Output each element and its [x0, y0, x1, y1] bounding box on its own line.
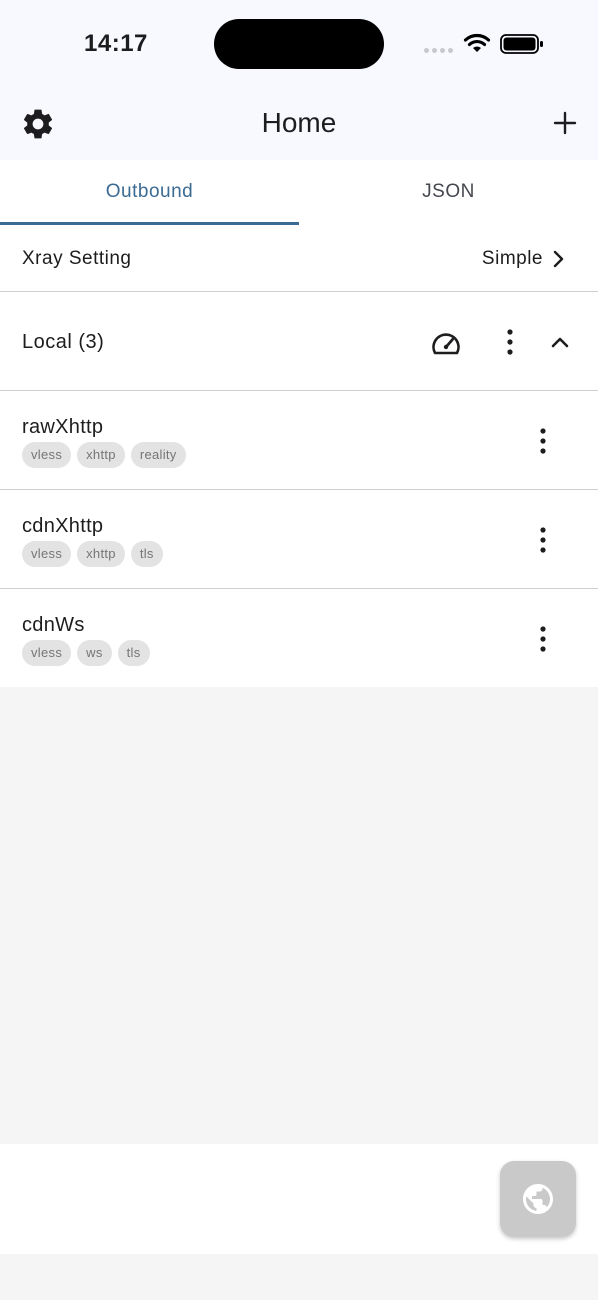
more-vertical-icon [540, 626, 546, 652]
list-item[interactable]: cdnXhttp vless xhttp tls [0, 490, 598, 589]
tag-chip: vless [22, 640, 72, 666]
tag-list: vless xhttp reality [22, 442, 186, 468]
add-button[interactable] [550, 108, 580, 138]
xray-setting-value: Simple [481, 248, 543, 269]
list-item[interactable]: rawXhttp vless xhttp reality [0, 391, 598, 490]
item-more-button[interactable] [531, 625, 555, 653]
app-bar: Home [0, 88, 598, 160]
item-more-button[interactable] [531, 526, 555, 554]
tag-chip: tls [130, 541, 163, 567]
group-more-button[interactable] [498, 328, 522, 356]
page-title: Home [261, 107, 337, 138]
tag-chip: reality [130, 442, 186, 468]
tag-list: vless xhttp tls [22, 541, 163, 567]
chevron-up-icon [551, 337, 569, 348]
more-vertical-icon [540, 527, 546, 553]
dynamic-island [214, 19, 384, 69]
plus-icon [553, 111, 577, 135]
outbound-name: cdnWs [22, 614, 85, 636]
chevron-right-icon [552, 250, 566, 268]
connect-fab-button[interactable] [500, 1161, 576, 1237]
tag-chip: vless [22, 442, 72, 468]
tag-chip: vless [22, 541, 72, 567]
tag-chip: tls [117, 640, 150, 666]
tag-chip: ws [77, 640, 112, 666]
tab-indicator [0, 222, 299, 225]
xray-setting-label: Xray Setting [22, 248, 132, 269]
tag-list: vless ws tls [22, 640, 150, 666]
more-vertical-icon [507, 329, 513, 355]
tab-outbound[interactable]: Outbound [0, 160, 299, 224]
wifi-icon [463, 32, 491, 54]
status-bar: 14:17 [0, 0, 598, 88]
list-item[interactable]: cdnWs vless ws tls [0, 589, 598, 687]
xray-setting-row[interactable]: Xray Setting Simple [0, 226, 598, 292]
globe-icon [523, 1184, 553, 1214]
status-time: 14:17 [84, 30, 148, 57]
tag-chip: xhttp [77, 442, 125, 468]
collapse-group-button[interactable] [546, 330, 574, 354]
tab-bar: Outbound JSON [0, 160, 598, 227]
speed-test-button[interactable] [429, 327, 463, 361]
more-vertical-icon [540, 428, 546, 454]
battery-icon [500, 34, 544, 54]
tag-chip: xhttp [77, 541, 125, 567]
item-more-button[interactable] [531, 427, 555, 455]
group-label: Local (3) [22, 331, 105, 353]
outbound-name: cdnXhttp [22, 515, 104, 537]
tab-json[interactable]: JSON [299, 160, 598, 224]
cellular-signal-icon [424, 48, 454, 54]
speedometer-icon [432, 333, 460, 355]
outbound-name: rawXhttp [22, 416, 104, 438]
group-header-local: Local (3) [0, 292, 598, 391]
